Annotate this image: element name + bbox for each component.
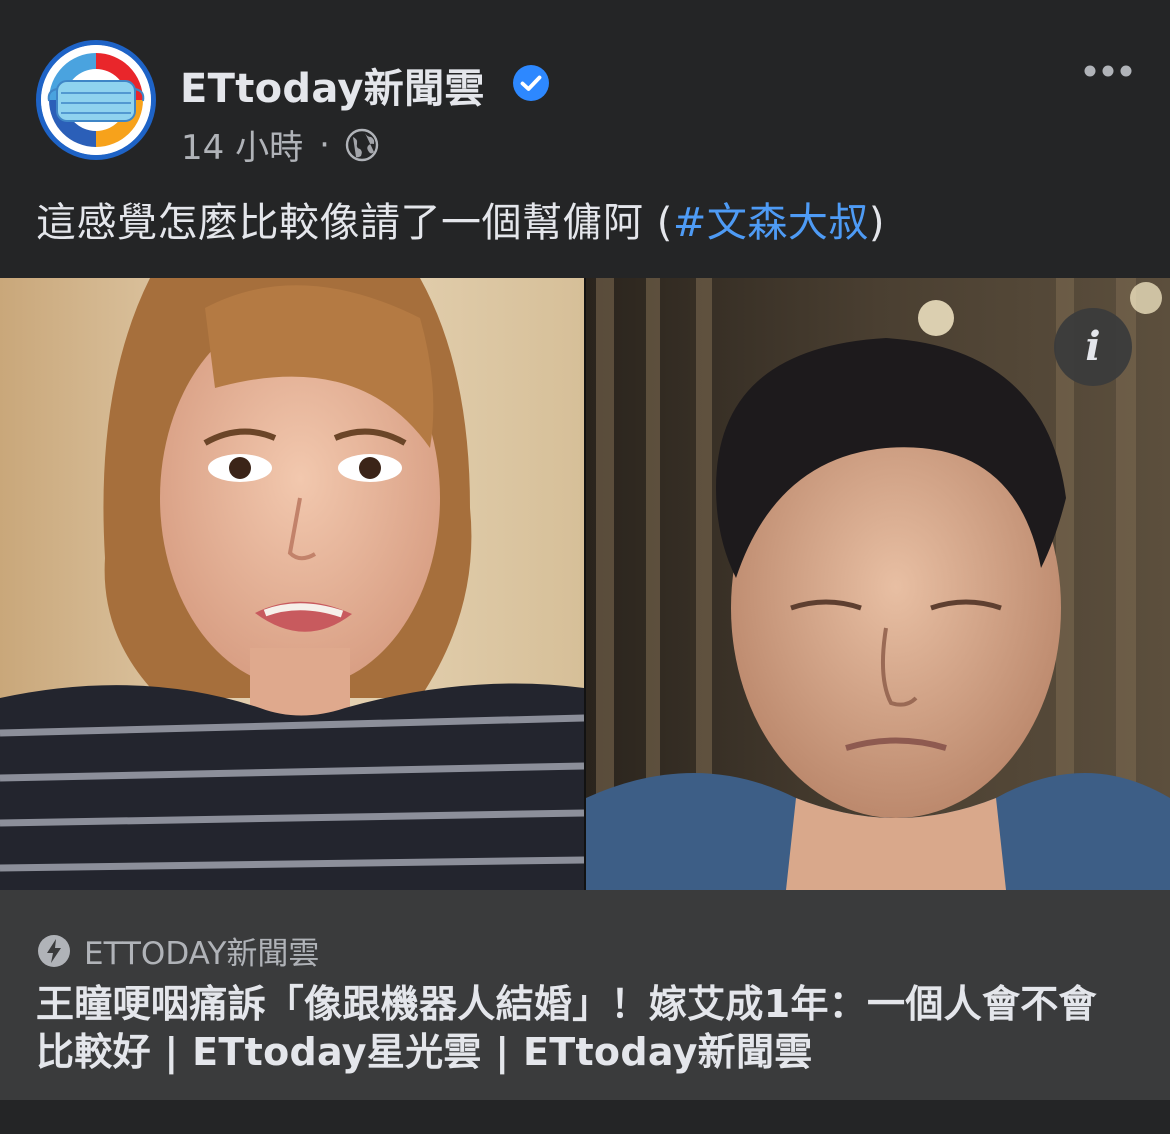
globe-icon[interactable] [344,127,380,163]
page-name[interactable]: ETtoday新聞雲 [180,56,485,114]
post-message-text: 這感覺怎麼比較像請了一個幫傭阿 ( [36,200,673,246]
post-timestamp[interactable]: 14 小時 [181,120,303,169]
post-header: ETtoday新聞雲 14 小時 · 這感覺怎麼比較像請了一個幫傭阿 (#文森大… [0,0,1170,278]
more-options-icon[interactable] [1080,56,1140,86]
info-icon[interactable]: i [1054,308,1132,386]
meta-separator: · [319,124,330,165]
link-source-label: ETTODAY新聞雲 [84,936,320,972]
post-meta: 14 小時 · [181,120,380,169]
verified-badge-icon [513,65,549,101]
link-title[interactable]: 王瞳哽咽痛訴「像跟機器人結婚」！嫁艾成1年：一個人會不會比較好 | ETtoda… [36,980,1126,1076]
hashtag-link[interactable]: #文森大叔 [673,200,869,246]
instant-article-bolt-icon [38,934,70,967]
link-source: ETTODAY新聞雲 [36,928,319,973]
post-message-end: ) [868,200,885,246]
video-frame-woman[interactable] [0,278,584,890]
page-avatar[interactable] [36,40,156,160]
card-bottom-edge [0,1100,1170,1134]
post-message: 這感覺怎麼比較像請了一個幫傭阿 (#文森大叔) [36,190,885,248]
post-media[interactable] [0,278,1170,890]
